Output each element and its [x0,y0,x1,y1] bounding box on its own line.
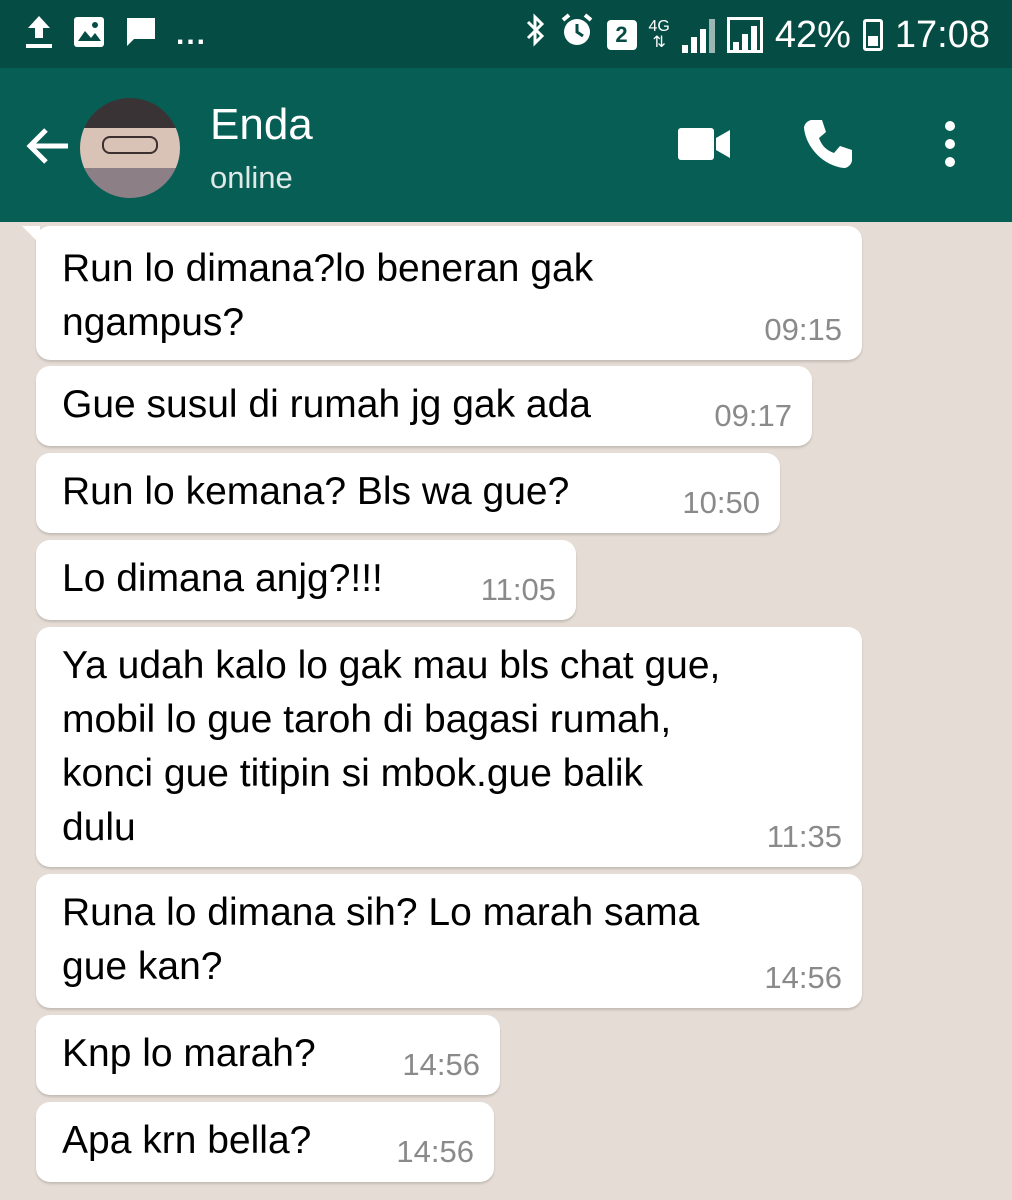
message-text: Run lo dimana?lo beneran gak ngampus? [62,247,594,344]
bubble-tail [22,226,40,244]
more-options-button[interactable] [918,112,982,176]
message-text: Ya udah kalo lo gak mau bls chat gue, mo… [62,644,721,849]
battery-icon [862,19,883,51]
upload-icon [24,14,54,55]
message-text: Gue susul di rumah jg gak ada [62,383,591,426]
kebab-menu-icon [945,121,955,167]
signal-icon [681,17,715,53]
message-bubble[interactable]: Lo dimana anjg?!!! 11:05 [36,540,576,620]
sim-badge: 2 [606,20,637,50]
battery-percent: 42% [774,13,851,56]
message-text: Run lo kemana? Bls wa gue? [62,470,570,513]
phone-icon [804,120,852,168]
message-text: Runa lo dimana sih? Lo marah sama gue ka… [62,891,700,988]
status-bar: ... 2 4G ⇅ 42% 17:08 [0,0,1012,68]
message-bubble[interactable]: Apa krn bella? 14:56 [36,1102,494,1182]
message-time: 10:50 [682,485,760,520]
alarm-icon [559,12,595,58]
chat-area[interactable]: Run lo dimana?lo beneran gak ngampus? 09… [0,222,1012,1200]
bluetooth-icon [525,12,547,58]
notification-icons: ... [24,14,207,55]
voice-call-button[interactable] [796,112,860,176]
message-time: 09:17 [714,398,792,433]
more-notifications: ... [176,17,208,51]
message-bubble[interactable]: Runa lo dimana sih? Lo marah sama gue ka… [36,874,862,1008]
contact-name[interactable]: Enda [210,100,313,150]
message-time: 14:56 [396,1134,474,1169]
message-text: Apa krn bella? [62,1119,312,1162]
message-bubble[interactable]: Run lo kemana? Bls wa gue? 10:50 [36,453,780,533]
video-call-button[interactable] [672,112,736,176]
back-button[interactable] [22,120,74,172]
signal-2-icon [726,17,763,53]
message-time: 14:56 [402,1047,480,1082]
message-text: Knp lo marah? [62,1032,316,1075]
message-time: 11:05 [480,572,556,607]
video-camera-icon [678,128,730,160]
chat-header: Enda online [0,68,1012,222]
message-time: 09:15 [764,312,842,347]
avatar[interactable] [80,98,180,198]
back-arrow-icon [26,128,68,164]
image-icon [72,15,106,54]
message-bubble[interactable]: Knp lo marah? 14:56 [36,1015,500,1095]
message-time: 11:35 [766,819,842,854]
message-bubble[interactable]: Gue susul di rumah jg gak ada 09:17 [36,366,812,446]
network-type: 4G ⇅ [648,18,670,51]
message-text: Lo dimana anjg?!!! [62,557,383,600]
message-icon [124,15,158,54]
system-icons: 2 4G ⇅ 42% 17:08 [525,12,990,58]
contact-status: online [210,160,293,195]
message-bubble[interactable]: Run lo dimana?lo beneran gak ngampus? 09… [22,226,862,360]
message-time: 14:56 [764,960,842,995]
clock: 17:08 [894,13,990,56]
message-bubble[interactable]: Ya udah kalo lo gak mau bls chat gue, mo… [36,627,862,867]
